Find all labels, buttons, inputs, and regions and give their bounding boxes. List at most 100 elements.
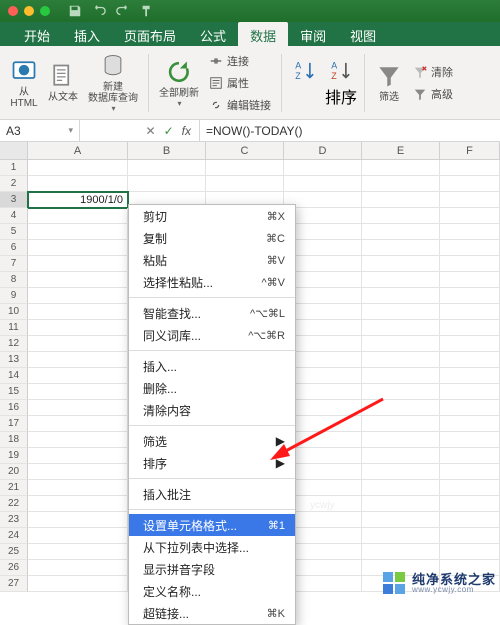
row-header[interactable]: 13 [0,352,28,368]
window-minimize-button[interactable] [24,6,34,16]
cell[interactable] [362,528,440,544]
fx-icon[interactable]: fx [182,124,191,138]
cell[interactable] [28,384,128,400]
cell[interactable] [362,240,440,256]
window-maximize-button[interactable] [40,6,50,16]
tab-插入[interactable]: 插入 [62,22,112,46]
btn-sort[interactable]: AZ 排序 [324,58,358,108]
tab-页面布局[interactable]: 页面布局 [112,22,188,46]
menu-item[interactable]: 粘贴⌘V [129,249,295,271]
cell[interactable] [440,512,500,528]
cell[interactable] [28,528,128,544]
cell[interactable] [362,448,440,464]
cell[interactable] [362,272,440,288]
window-close-button[interactable] [8,6,18,16]
row-header[interactable]: 27 [0,576,28,592]
cell[interactable] [440,336,500,352]
cell[interactable] [362,336,440,352]
cell[interactable] [206,160,284,176]
cell[interactable] [440,208,500,224]
cell[interactable] [28,480,128,496]
formula-input[interactable]: =NOW()-TODAY() [200,120,500,141]
cell[interactable] [440,224,500,240]
cell[interactable] [440,544,500,560]
confirm-icon[interactable]: ✓ [164,124,174,138]
cell[interactable] [362,192,440,208]
cell[interactable] [362,432,440,448]
cell[interactable] [28,304,128,320]
cell[interactable] [28,208,128,224]
cell[interactable] [28,512,128,528]
cell[interactable] [28,448,128,464]
cell[interactable] [28,544,128,560]
row-header[interactable]: 3 [0,192,28,208]
cell[interactable] [440,384,500,400]
col-header-E[interactable]: E [362,142,440,159]
menu-item[interactable]: 插入批注 [129,483,295,505]
cell[interactable] [362,512,440,528]
cell[interactable] [28,336,128,352]
row-header[interactable]: 17 [0,416,28,432]
row-header[interactable]: 2 [0,176,28,192]
btn-from-html[interactable]: 从 HTML [6,48,42,117]
row-header[interactable]: 10 [0,304,28,320]
btn-connections[interactable]: 连接 [209,51,271,71]
btn-from-text[interactable]: 从文本 [44,48,82,117]
cell[interactable] [362,496,440,512]
tab-审阅[interactable]: 审阅 [288,22,338,46]
cell[interactable] [362,320,440,336]
cell[interactable] [440,528,500,544]
cell[interactable] [362,160,440,176]
cell[interactable] [28,576,128,592]
row-header[interactable]: 19 [0,448,28,464]
row-header[interactable]: 6 [0,240,28,256]
btn-properties[interactable]: 属性 [209,73,271,93]
cell[interactable] [362,480,440,496]
cell[interactable] [362,464,440,480]
cell[interactable] [362,304,440,320]
cell[interactable] [362,368,440,384]
row-header[interactable]: 23 [0,512,28,528]
menu-item[interactable]: 智能查找...^⌥⌘L [129,302,295,324]
row-header[interactable]: 5 [0,224,28,240]
redo-icon[interactable] [116,4,130,18]
tab-开始[interactable]: 开始 [12,22,62,46]
cell[interactable] [362,416,440,432]
menu-item[interactable]: 从下拉列表中选择... [129,536,295,558]
cell[interactable] [440,288,500,304]
row-header[interactable]: 22 [0,496,28,512]
cell[interactable] [28,496,128,512]
chevron-down-icon[interactable]: ▾ [68,125,73,136]
row-header[interactable]: 8 [0,272,28,288]
cell[interactable] [440,256,500,272]
row-header[interactable]: 9 [0,288,28,304]
tab-视图[interactable]: 视图 [338,22,388,46]
btn-refresh-all[interactable]: 全部刷新▾ [155,48,203,117]
btn-sort-asc[interactable]: AZ [288,58,322,108]
cell[interactable] [362,352,440,368]
undo-icon[interactable] [92,4,106,18]
cell[interactable] [440,448,500,464]
col-header-A[interactable]: A [28,142,128,159]
cell[interactable] [362,384,440,400]
cell[interactable] [284,160,362,176]
cell[interactable] [28,432,128,448]
row-header[interactable]: 26 [0,560,28,576]
row-header[interactable]: 21 [0,480,28,496]
menu-item[interactable]: 选择性粘贴...^⌘V [129,271,295,293]
row-header[interactable]: 15 [0,384,28,400]
save-icon[interactable] [68,4,82,18]
btn-advanced-filter[interactable]: 高级 [413,84,453,104]
btn-new-db-query[interactable]: 新建 数据库查询▾ [84,48,142,117]
cell[interactable] [28,160,128,176]
row-header[interactable]: 4 [0,208,28,224]
row-header[interactable]: 20 [0,464,28,480]
cell[interactable] [440,160,500,176]
cell[interactable] [440,368,500,384]
cell[interactable] [440,400,500,416]
row-header[interactable]: 7 [0,256,28,272]
row-header[interactable]: 25 [0,544,28,560]
cell[interactable] [28,256,128,272]
cell[interactable] [440,192,500,208]
cell[interactable] [362,400,440,416]
